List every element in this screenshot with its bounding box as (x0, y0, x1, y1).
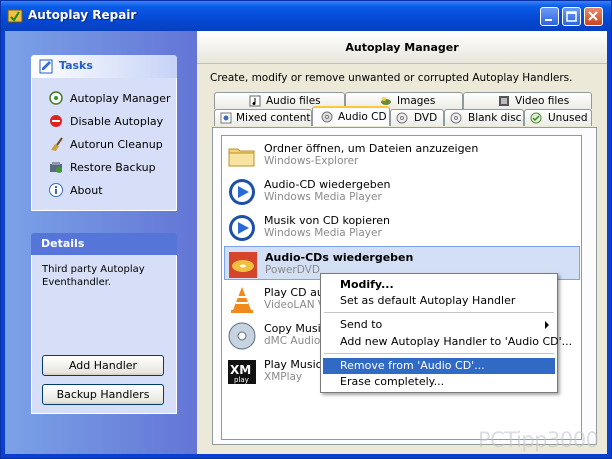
context-menu: Modify... Set as default Autoplay Handle… (320, 273, 572, 393)
menu-item-modify[interactable]: Modify... (323, 277, 555, 293)
submenu-arrow-icon (545, 321, 549, 329)
watermark: PCTipp3000 (478, 428, 599, 452)
tasks-title: Tasks (59, 59, 93, 72)
broom-icon (51, 137, 63, 151)
autoplay-icon (49, 91, 63, 105)
blank-disc-icon (450, 112, 462, 124)
film-icon (499, 96, 509, 106)
tab-mixed-content[interactable]: Mixed content (214, 109, 312, 126)
list-item[interactable]: Musik von CD kopieren Windows Media Play… (224, 210, 580, 244)
folder-icon (228, 148, 255, 167)
music-note-icon (249, 95, 261, 107)
page-title: Autoplay Manager (345, 41, 459, 54)
media-player-icon (229, 179, 255, 205)
maximize-icon (566, 11, 577, 22)
details-title: Details (41, 237, 85, 250)
minimize-icon (545, 19, 552, 21)
task-about[interactable]: About (48, 182, 173, 200)
title-bar[interactable]: Autoplay Repair (1, 1, 611, 31)
unused-icon (530, 112, 542, 124)
menu-item-set-default[interactable]: Set as default Autoplay Handler (323, 293, 555, 309)
svg-text:play: play (234, 376, 249, 384)
page-description: Create, modify or remove unwanted or cor… (210, 72, 573, 84)
tasks-icon (39, 59, 53, 74)
tasks-list: Autoplay Manager Disable Autoplay Autoru… (31, 78, 177, 211)
list-item[interactable]: Ordner öffnen, um Dateien anzuzeigen Win… (224, 138, 580, 172)
tab-video-files[interactable]: Video files (463, 92, 592, 109)
tab-dvd[interactable]: DVD (390, 109, 444, 126)
task-restore-backup[interactable]: Restore Backup (48, 159, 173, 177)
menu-item-erase[interactable]: Erase completely... (323, 374, 555, 390)
menu-item-send-to[interactable]: Send to (323, 317, 555, 333)
svg-text:XM: XM (230, 363, 251, 377)
menu-item-add-new-handler[interactable]: Add new Autoplay Handler to 'Audio CD'..… (323, 334, 572, 350)
task-autoplay-manager[interactable]: Autoplay Manager (48, 90, 173, 108)
task-disable-autoplay[interactable]: Disable Autoplay (48, 113, 173, 131)
tab-audio-cd[interactable]: Audio CD (312, 106, 390, 126)
details-panel: Details Third party Autoplay Eventhandle… (31, 233, 177, 414)
disc-icon (228, 322, 256, 350)
task-autorun-cleanup[interactable]: Autorun Cleanup (48, 136, 173, 154)
main-header: Autoplay Manager (197, 31, 607, 64)
window-title: Autoplay Repair (28, 8, 137, 22)
vlc-cone-icon (231, 287, 253, 313)
tab-unused[interactable]: Unused (524, 109, 592, 126)
stop-icon (50, 115, 62, 127)
backup-handlers-button[interactable]: Backup Handlers (42, 384, 164, 405)
mixed-content-icon (220, 112, 232, 124)
tasks-panel: Tasks Autoplay Manager Disable Autoplay … (31, 55, 177, 211)
sidebar: Tasks Autoplay Manager Disable Autoplay … (5, 31, 197, 454)
menu-item-remove[interactable]: Remove from 'Audio CD'... (323, 358, 555, 374)
details-text: Third party Autoplay Eventhandler. (42, 264, 145, 288)
list-item[interactable]: Audio-CD wiedergeben Windows Media Playe… (224, 174, 580, 208)
app-icon (7, 9, 23, 23)
minimize-button[interactable] (540, 7, 559, 26)
menu-separator (324, 312, 554, 313)
powerdvd-icon (229, 252, 257, 278)
maximize-button[interactable] (562, 7, 581, 26)
audio-cd-icon (321, 111, 333, 123)
info-icon (49, 183, 63, 197)
close-icon (588, 11, 598, 21)
tasks-panel-header[interactable]: Tasks (31, 55, 177, 78)
tab-blank-disc[interactable]: Blank disc (444, 109, 524, 126)
xmplay-icon: XMplay (228, 360, 256, 384)
media-player-icon (229, 215, 255, 241)
details-body: Third party Autoplay Eventhandler. Add H… (31, 255, 177, 414)
add-handler-button[interactable]: Add Handler (42, 355, 164, 376)
app-window: Autoplay Repair Tasks Autoplay Manager D… (0, 0, 612, 459)
details-panel-header[interactable]: Details (31, 233, 177, 255)
restore-icon (50, 162, 62, 173)
close-button[interactable] (584, 7, 603, 26)
menu-separator (324, 353, 554, 354)
dvd-icon (396, 112, 408, 124)
